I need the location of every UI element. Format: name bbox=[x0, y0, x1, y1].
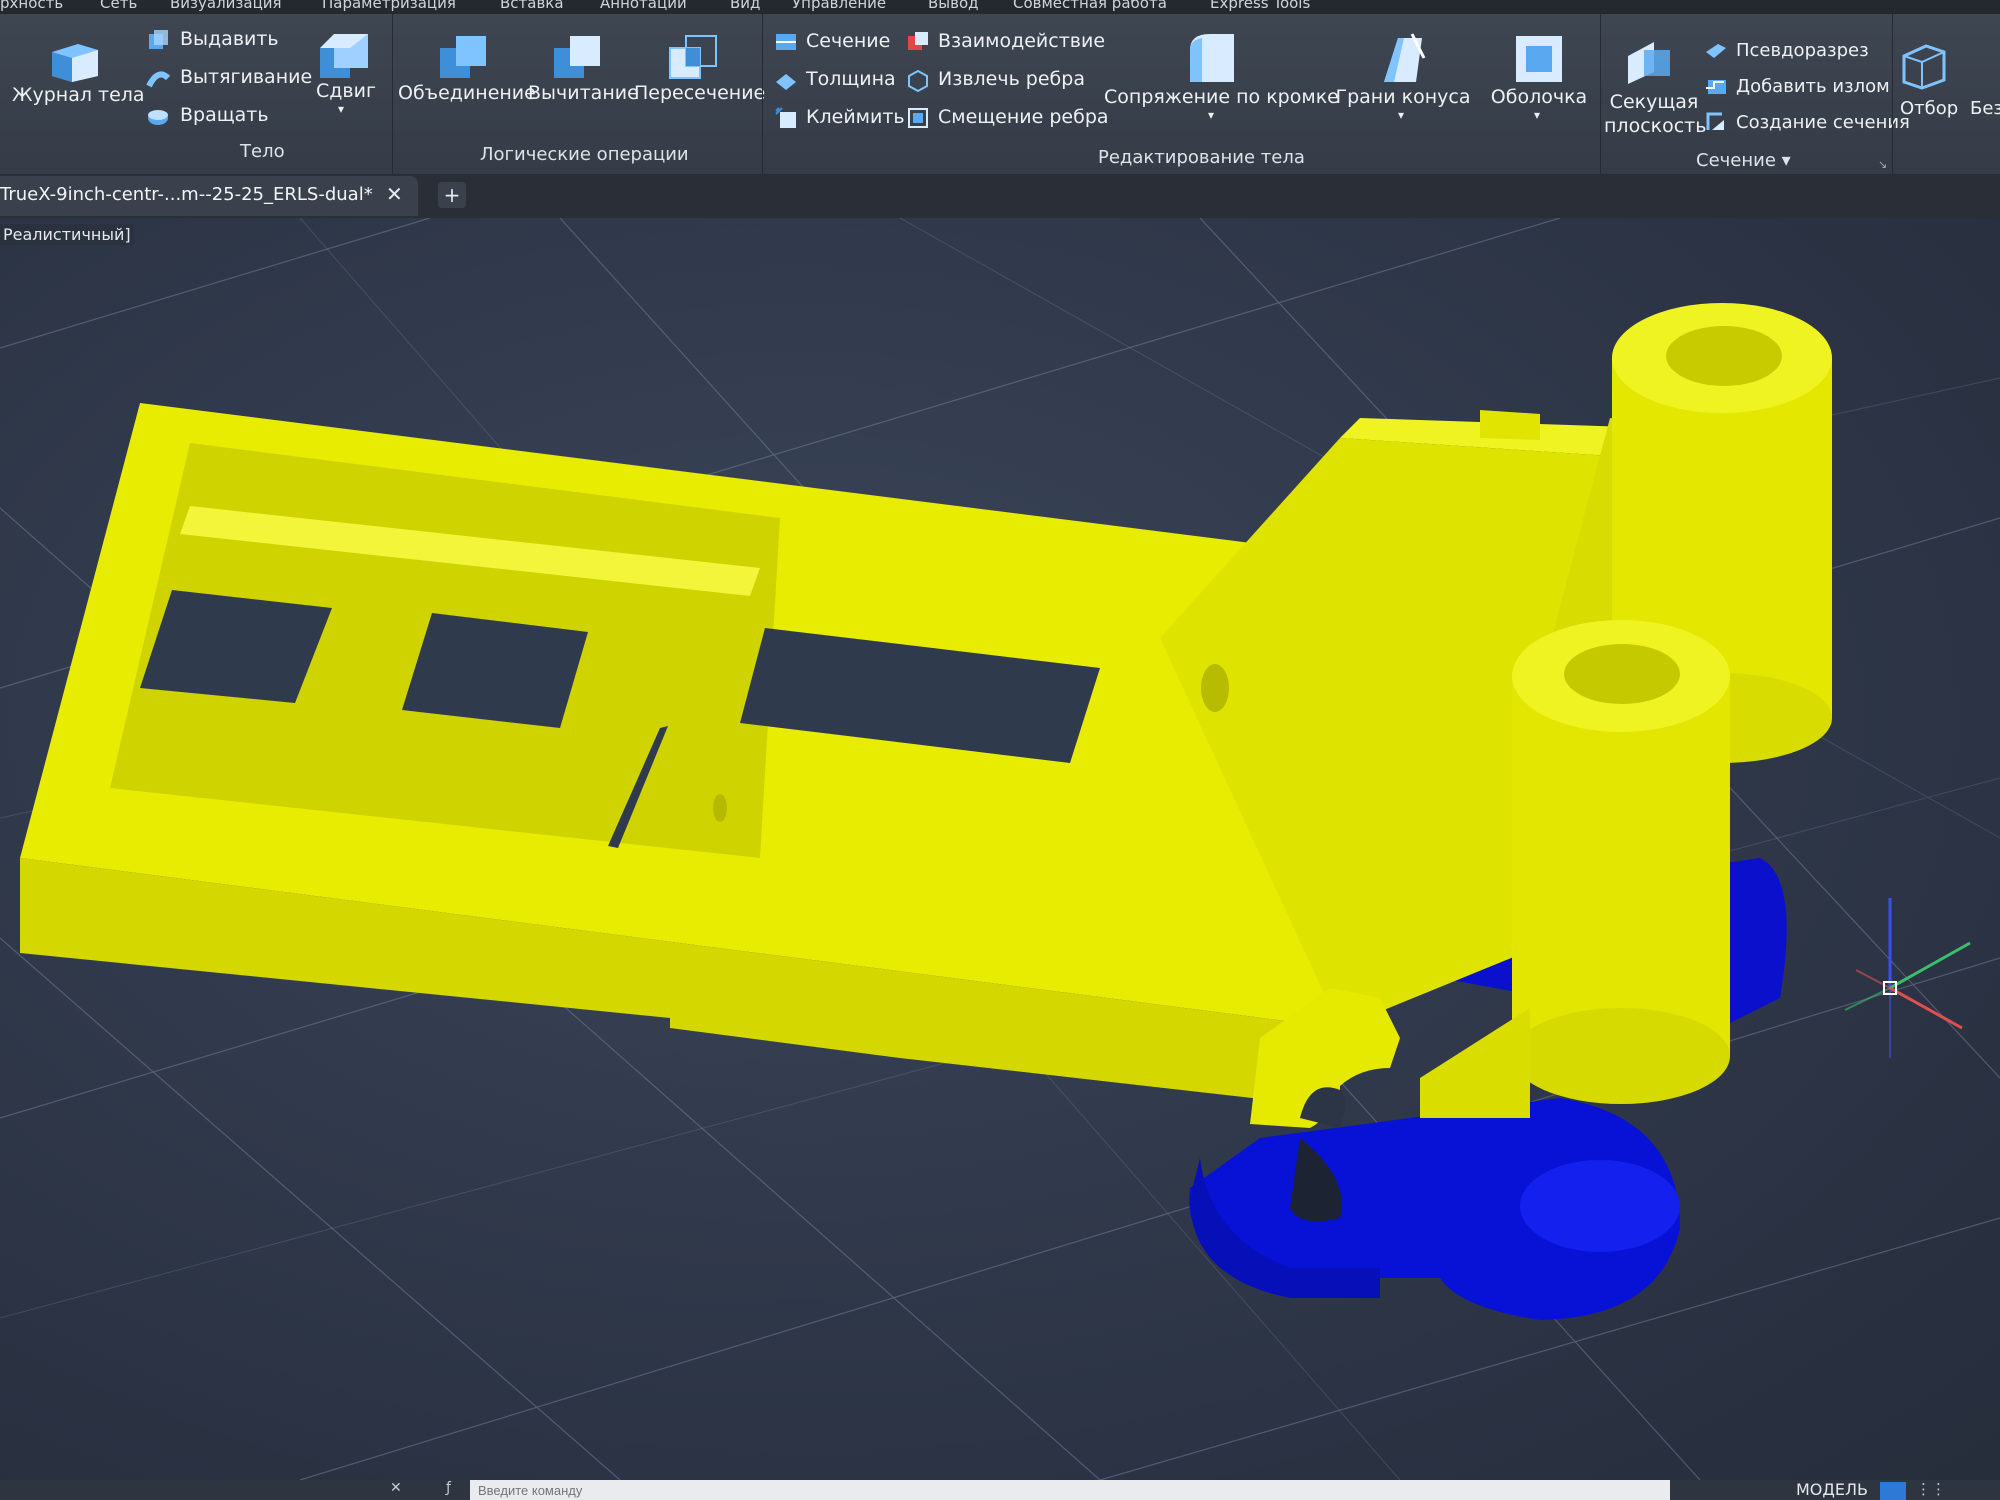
menu-item-mesh[interactable]: Сеть bbox=[100, 0, 137, 12]
model-space-button[interactable]: МОДЕЛЬ bbox=[1796, 1480, 1868, 1499]
thicken-icon bbox=[774, 68, 798, 96]
section-plane-button[interactable]: Секущая плоскость bbox=[1604, 90, 1707, 138]
model-viewport[interactable]: Реалистичный] bbox=[0, 218, 2000, 1480]
yellow-frame-part[interactable] bbox=[20, 303, 1832, 1128]
menu-bar: рхность Сеть Визуализация Параметризация… bbox=[0, 0, 2000, 14]
live-section-icon bbox=[1704, 38, 1728, 66]
command-status-bar: ✕ ƒ МОДЕЛЬ ⋮⋮ bbox=[0, 1480, 2000, 1500]
shell-button[interactable]: Оболочка bbox=[1484, 86, 1594, 108]
taper-faces-button[interactable]: Грани конуса bbox=[1330, 86, 1476, 108]
section-plane-icon bbox=[1624, 36, 1674, 90]
menu-item-annotate[interactable]: Аннотации bbox=[600, 0, 687, 12]
menu-item-output[interactable]: Вывод bbox=[928, 0, 979, 12]
menu-item-visualize[interactable]: Визуализация bbox=[170, 0, 282, 12]
extract-edges-icon bbox=[906, 68, 930, 96]
menu-item-collaborate[interactable]: Совместная работа bbox=[1013, 0, 1167, 12]
ribbon: Журнал тела Выдавить Вытягивание Вращать… bbox=[0, 14, 2000, 175]
no-filter-button[interactable]: Без bbox=[1970, 98, 2000, 119]
panel-launcher-icon[interactable]: ↘ bbox=[1878, 158, 1887, 171]
fillet-edge-icon bbox=[1184, 30, 1240, 90]
live-section-button[interactable]: Псевдоразрез bbox=[1736, 40, 1869, 61]
interference-button[interactable]: Взаимодействие bbox=[938, 30, 1105, 52]
command-history-icon[interactable]: ƒ bbox=[446, 1480, 451, 1496]
intersect-icon bbox=[666, 32, 722, 86]
offset-edge-button[interactable]: Смещение ребра bbox=[938, 106, 1109, 128]
taper-faces-icon bbox=[1376, 32, 1430, 90]
visual-style-text: Реалистичный bbox=[3, 225, 125, 244]
menu-item-express-tools[interactable]: Express Tools bbox=[1210, 0, 1310, 12]
menu-item-insert[interactable]: Вставка bbox=[500, 0, 564, 12]
solid-history-icon bbox=[44, 36, 102, 88]
generate-section-button[interactable]: Создание сечения bbox=[1736, 112, 1910, 133]
document-tab-title: TrueX-9inch-centr-...m--25-25_ERLS-dual* bbox=[0, 184, 373, 205]
menu-item-parametric[interactable]: Параметризация bbox=[322, 0, 456, 12]
thicken-button[interactable]: Толщина bbox=[806, 68, 896, 90]
chevron-down-icon: ▾ bbox=[1781, 150, 1791, 171]
taper-dropdown-icon[interactable]: ▾ bbox=[1398, 108, 1404, 122]
sweep-button[interactable]: Вытягивание bbox=[180, 66, 312, 88]
menu-item-surface[interactable]: рхность bbox=[0, 0, 63, 12]
solid-history-button[interactable]: Журнал тела bbox=[12, 84, 145, 106]
intersect-button[interactable]: Пересечение bbox=[634, 82, 765, 104]
extrude-icon bbox=[146, 28, 170, 56]
subtract-icon bbox=[550, 32, 606, 86]
union-button[interactable]: Объединение bbox=[398, 82, 536, 104]
imprint-icon bbox=[774, 106, 798, 134]
close-tab-icon[interactable]: ✕ bbox=[386, 182, 403, 206]
shift-button[interactable]: Сдвиг bbox=[306, 80, 386, 102]
snap-toggle-icon[interactable]: ⋮⋮ bbox=[1916, 1480, 1946, 1498]
section-panel-title-text: Сечение bbox=[1696, 150, 1776, 171]
revolve-button[interactable]: Вращать bbox=[180, 104, 269, 126]
fillet-edge-button[interactable]: Сопряжение по кромке bbox=[1104, 86, 1339, 108]
section-icon bbox=[774, 30, 798, 58]
add-jog-button[interactable]: Добавить излом bbox=[1736, 76, 1890, 97]
extract-edges-button[interactable]: Извлечь ребра bbox=[938, 68, 1085, 90]
panel-title-boolean: Логические операции bbox=[480, 144, 689, 165]
revolve-icon bbox=[146, 104, 170, 132]
shell-dropdown-icon[interactable]: ▾ bbox=[1534, 108, 1540, 122]
imprint-button[interactable]: Клеймить bbox=[806, 106, 905, 128]
subtract-button[interactable]: Вычитание bbox=[528, 82, 639, 104]
fillet-dropdown-icon[interactable]: ▾ bbox=[1208, 108, 1214, 122]
extrude-button[interactable]: Выдавить bbox=[180, 28, 279, 50]
document-tab[interactable]: TrueX-9inch-centr-...m--25-25_ERLS-dual*… bbox=[0, 176, 418, 216]
panel-title-solid-editing: Редактирование тела bbox=[1098, 147, 1305, 168]
offset-edge-icon bbox=[906, 106, 930, 134]
add-jog-icon bbox=[1704, 74, 1728, 102]
interference-icon bbox=[906, 30, 930, 58]
section-button[interactable]: Сечение bbox=[806, 30, 890, 52]
viewport-scene bbox=[0, 218, 2000, 1480]
shell-icon bbox=[1512, 32, 1566, 90]
section-plane-label-line2: плоскость bbox=[1604, 115, 1707, 137]
grid-toggle-icon[interactable] bbox=[1880, 1482, 1906, 1500]
ucs-axis-icon bbox=[1844, 898, 1971, 1058]
command-close-icon[interactable]: ✕ bbox=[390, 1480, 402, 1496]
document-tab-bar: TrueX-9inch-centr-...m--25-25_ERLS-dual*… bbox=[0, 174, 2000, 218]
command-input[interactable] bbox=[470, 1480, 1670, 1500]
section-plane-label-line1: Секущая bbox=[1609, 91, 1699, 113]
generate-section-icon bbox=[1704, 110, 1728, 138]
new-tab-button[interactable]: + bbox=[438, 182, 466, 208]
menu-item-manage[interactable]: Управление bbox=[792, 0, 886, 12]
selection-filter-button[interactable]: Отбор bbox=[1900, 98, 1958, 119]
sweep-icon bbox=[146, 66, 171, 94]
selection-filter-icon bbox=[1900, 42, 1948, 94]
menu-item-view[interactable]: Вид bbox=[730, 0, 760, 12]
panel-title-body: Тело bbox=[240, 141, 285, 162]
panel-title-section[interactable]: Сечение ▾ bbox=[1696, 150, 1791, 171]
shift-icon bbox=[316, 30, 372, 86]
union-icon bbox=[436, 32, 492, 86]
visual-style-label[interactable]: Реалистичный] bbox=[0, 224, 134, 245]
shift-dropdown-icon[interactable]: ▾ bbox=[338, 102, 344, 116]
